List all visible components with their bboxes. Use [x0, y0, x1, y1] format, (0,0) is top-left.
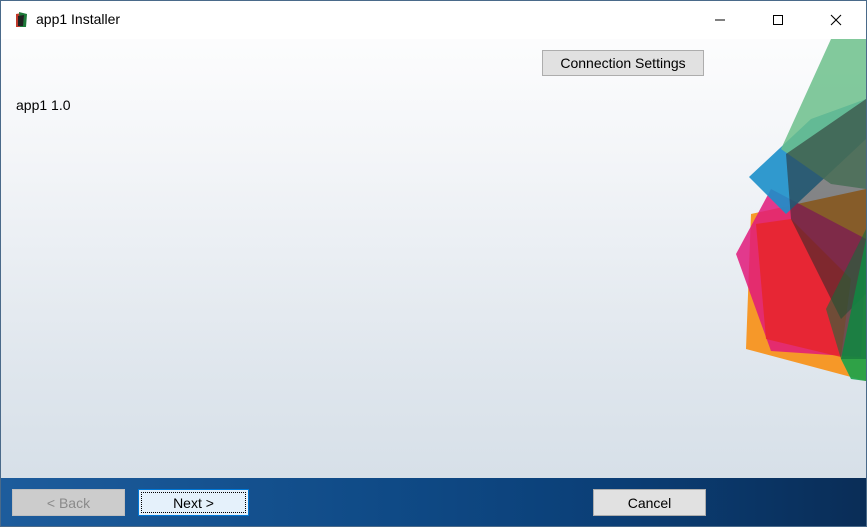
- maximize-button[interactable]: [749, 1, 807, 39]
- next-button[interactable]: Next >: [138, 489, 249, 516]
- decorative-shapes-graphic: [736, 39, 866, 381]
- button-bar: < Back Next > Cancel: [1, 478, 866, 526]
- app-icon: [13, 12, 29, 28]
- product-name-version: app1 1.0: [16, 97, 71, 113]
- back-button[interactable]: < Back: [12, 489, 125, 516]
- installer-window: app1 Installer Connection Settings app1 …: [0, 0, 867, 527]
- window-title: app1 Installer: [36, 11, 121, 27]
- minimize-icon: [715, 19, 725, 21]
- cancel-button[interactable]: Cancel: [593, 489, 706, 516]
- maximize-icon: [773, 15, 783, 25]
- close-button[interactable]: [807, 1, 865, 39]
- minimize-button[interactable]: [691, 1, 749, 39]
- title-bar[interactable]: app1 Installer: [1, 1, 866, 39]
- connection-settings-button[interactable]: Connection Settings: [542, 50, 704, 76]
- close-icon: [830, 14, 842, 26]
